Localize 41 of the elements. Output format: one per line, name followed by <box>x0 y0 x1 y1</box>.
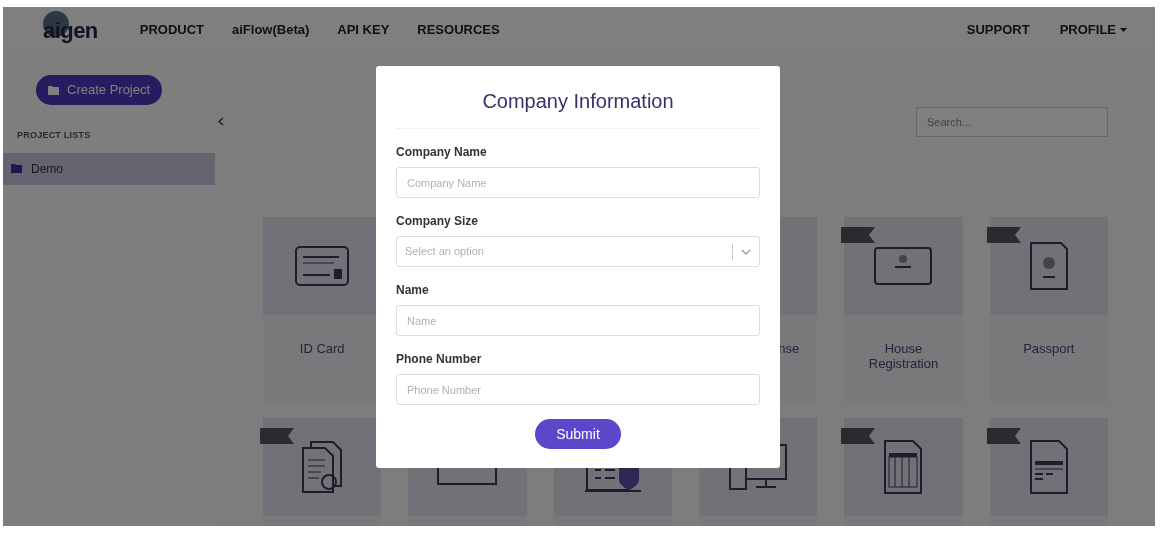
template-card[interactable]: House Registration <box>844 217 963 403</box>
nav-link[interactable]: RESOURCES <box>417 20 500 40</box>
create-project-button[interactable]: Create Project <box>36 75 163 105</box>
nav-link[interactable]: SUPPORT <box>966 20 1030 40</box>
certificate-icon <box>873 246 934 286</box>
chevron-down-icon <box>741 248 751 255</box>
text-field[interactable]: Company Name <box>396 167 760 198</box>
table-document-icon <box>883 439 924 495</box>
ribbon-badge <box>986 227 1021 243</box>
card-title: House Registration <box>867 341 940 371</box>
dialog-title: Company Information <box>481 89 675 114</box>
field-label: Phone Number <box>396 351 483 368</box>
caret-icon <box>1120 28 1127 32</box>
ribbon-badge <box>986 428 1021 444</box>
ribbon-badge <box>841 428 876 444</box>
checklist-shield-icon <box>582 468 643 494</box>
section-heading: PROJECT LISTS <box>16 129 92 142</box>
card-title: ID Card <box>299 341 345 356</box>
project-item[interactable]: Demo <box>3 152 215 185</box>
field-label: Company Name <box>396 144 488 161</box>
frame-icon <box>436 468 499 486</box>
search-field[interactable]: Search... <box>916 107 1108 137</box>
field-label: Company Size <box>396 213 480 230</box>
id-card-icon <box>294 245 351 287</box>
invoice-icon <box>1028 439 1069 495</box>
profile-menu[interactable]: PROFILE <box>1059 20 1127 40</box>
text-field[interactable]: Name <box>396 305 760 336</box>
passport-icon <box>1028 241 1069 291</box>
submit-button[interactable]: Submit <box>535 419 621 449</box>
folder-icon <box>11 164 23 173</box>
nav-link[interactable]: API KEY <box>337 20 390 40</box>
folder-icon <box>48 85 59 95</box>
template-card[interactable]: Passport <box>989 217 1108 403</box>
collapse-chevron-icon[interactable] <box>218 117 224 126</box>
field-label: Name <box>396 282 430 299</box>
ribbon-badge <box>841 227 876 243</box>
text-field[interactable]: Phone Number <box>396 374 760 405</box>
ribbon-badge <box>260 428 294 444</box>
nav-link[interactable]: aiFlow(Beta) <box>232 20 310 40</box>
card-title: Passport <box>1023 341 1075 356</box>
nav-link[interactable]: PRODUCT <box>139 20 204 40</box>
